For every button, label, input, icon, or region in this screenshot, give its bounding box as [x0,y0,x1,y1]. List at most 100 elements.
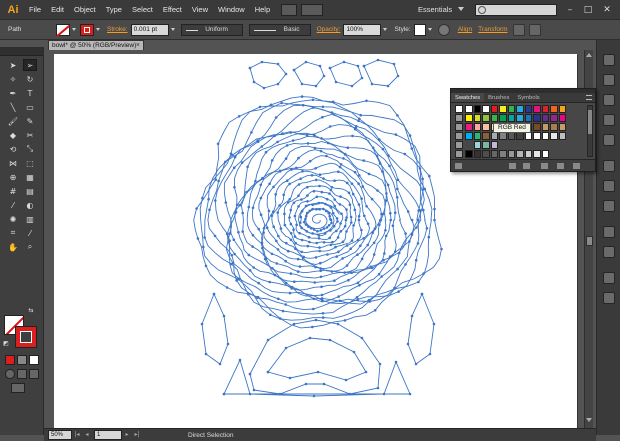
recolor-artwork-icon[interactable] [437,23,450,36]
anchor-point[interactable] [309,227,313,230]
anchor-point[interactable] [213,234,217,238]
anchor-point[interactable] [342,60,346,64]
anchor-point[interactable] [318,64,322,68]
folder-icon[interactable] [455,132,463,140]
anchor-point[interactable] [339,222,342,225]
anchor-point[interactable] [318,208,322,211]
anchor-point[interactable] [376,58,380,62]
panel-menu-icon[interactable] [586,95,592,100]
brush-definition[interactable]: Basic [248,23,311,36]
anchor-point[interactable] [389,212,392,215]
pencil-tool-icon[interactable]: ✎ [23,115,37,127]
anchor-point[interactable] [396,267,399,271]
anchor-point[interactable] [328,66,332,70]
anchor-point[interactable] [289,232,293,235]
anchor-point[interactable] [224,160,227,164]
anchor-point[interactable] [216,142,220,146]
anchor-point[interactable] [389,218,393,222]
tab-brushes[interactable]: Brushes [484,93,513,102]
graphic-style-swatch[interactable] [413,23,426,36]
menu-object[interactable]: Object [69,0,101,20]
anchor-point[interactable] [357,218,361,222]
draw-behind-icon[interactable] [17,369,27,379]
graphic-styles-icon[interactable] [603,246,615,258]
chevron-down-icon[interactable] [383,28,388,31]
chevron-down-icon[interactable] [96,28,100,31]
prev-artboard-icon[interactable]: ◂ [83,431,91,439]
anchor-point[interactable] [233,155,237,159]
anchor-point[interactable] [300,238,304,242]
anchor-point[interactable] [392,62,396,66]
swatch-cell[interactable] [473,150,481,158]
anchor-point[interactable] [331,211,335,215]
tools-panel-header[interactable] [0,47,43,56]
anchor-point[interactable] [360,228,363,232]
anchor-point[interactable] [292,201,296,205]
anchor-point[interactable] [315,208,318,211]
anchor-point[interactable] [260,60,264,64]
anchor-point[interactable] [364,370,368,374]
anchor-point[interactable] [406,210,410,213]
anchor-point[interactable] [332,225,336,228]
anchor-point[interactable] [356,238,360,242]
swatch-cell[interactable] [473,105,481,113]
swatch-cell[interactable] [541,114,549,122]
anchor-point[interactable] [293,235,297,238]
anchor-point[interactable] [281,309,285,313]
swatch-cell[interactable] [541,123,549,131]
anchor-point[interactable] [324,202,327,206]
anchor-point[interactable] [240,161,244,164]
anchor-point[interactable] [292,322,296,326]
anchor-point[interactable] [278,204,281,207]
anchor-point[interactable] [322,227,326,230]
anchor-point[interactable] [241,230,244,233]
swatch-cell[interactable] [524,150,532,158]
anchor-point[interactable] [417,209,420,212]
anchor-point[interactable] [284,259,287,263]
anchor-point[interactable] [382,212,385,216]
anchor-point[interactable] [388,255,392,258]
swatch-cell[interactable] [550,105,558,113]
swatch-cell[interactable] [473,132,481,140]
anchor-point[interactable] [422,208,425,212]
anchor-point[interactable] [252,80,256,84]
rotate-tool-icon[interactable]: ⟲ [6,143,20,155]
anchor-point[interactable] [378,138,381,141]
anchor-point[interactable] [353,208,357,212]
anchor-point[interactable] [410,147,414,150]
contour-path[interactable] [267,337,367,381]
anchor-point[interactable] [349,247,353,250]
swatch-cell[interactable] [516,114,524,122]
anchor-point[interactable] [316,370,320,374]
anchor-point[interactable] [293,214,297,218]
anchor-point[interactable] [369,265,373,268]
folder-icon[interactable] [455,105,463,113]
swatch-cell[interactable] [482,105,490,113]
anchor-point[interactable] [362,237,365,240]
magic-wand-tool-icon[interactable]: ✧ [6,73,20,85]
anchor-point[interactable] [403,152,407,156]
anchor-point[interactable] [204,264,208,268]
fill-color-swatch[interactable] [56,23,70,36]
anchor-point[interactable] [247,205,251,209]
anchor-point[interactable] [322,241,326,244]
opacity-panel-link[interactable]: Opacity: [317,26,341,33]
anchor-point[interactable] [333,179,336,182]
anchor-point[interactable] [357,215,361,218]
anchor-point[interactable] [320,293,324,297]
screen-mode-icon[interactable] [11,383,25,393]
anchor-point[interactable] [378,162,382,165]
anchor-point[interactable] [338,203,342,206]
anchor-point[interactable] [356,253,359,256]
swatch-cell[interactable] [541,132,549,140]
stroke-panel-icon[interactable] [603,160,615,172]
zoom-field[interactable]: 50% [48,430,72,440]
anchor-point[interactable] [417,280,420,284]
contour-path[interactable] [249,319,381,395]
anchor-point[interactable] [358,174,361,177]
anchor-point[interactable] [246,165,249,169]
anchor-point[interactable] [288,291,292,295]
anchor-point[interactable] [285,144,289,147]
line-tool-icon[interactable]: ╲ [6,101,20,113]
anchor-point[interactable] [318,249,322,253]
